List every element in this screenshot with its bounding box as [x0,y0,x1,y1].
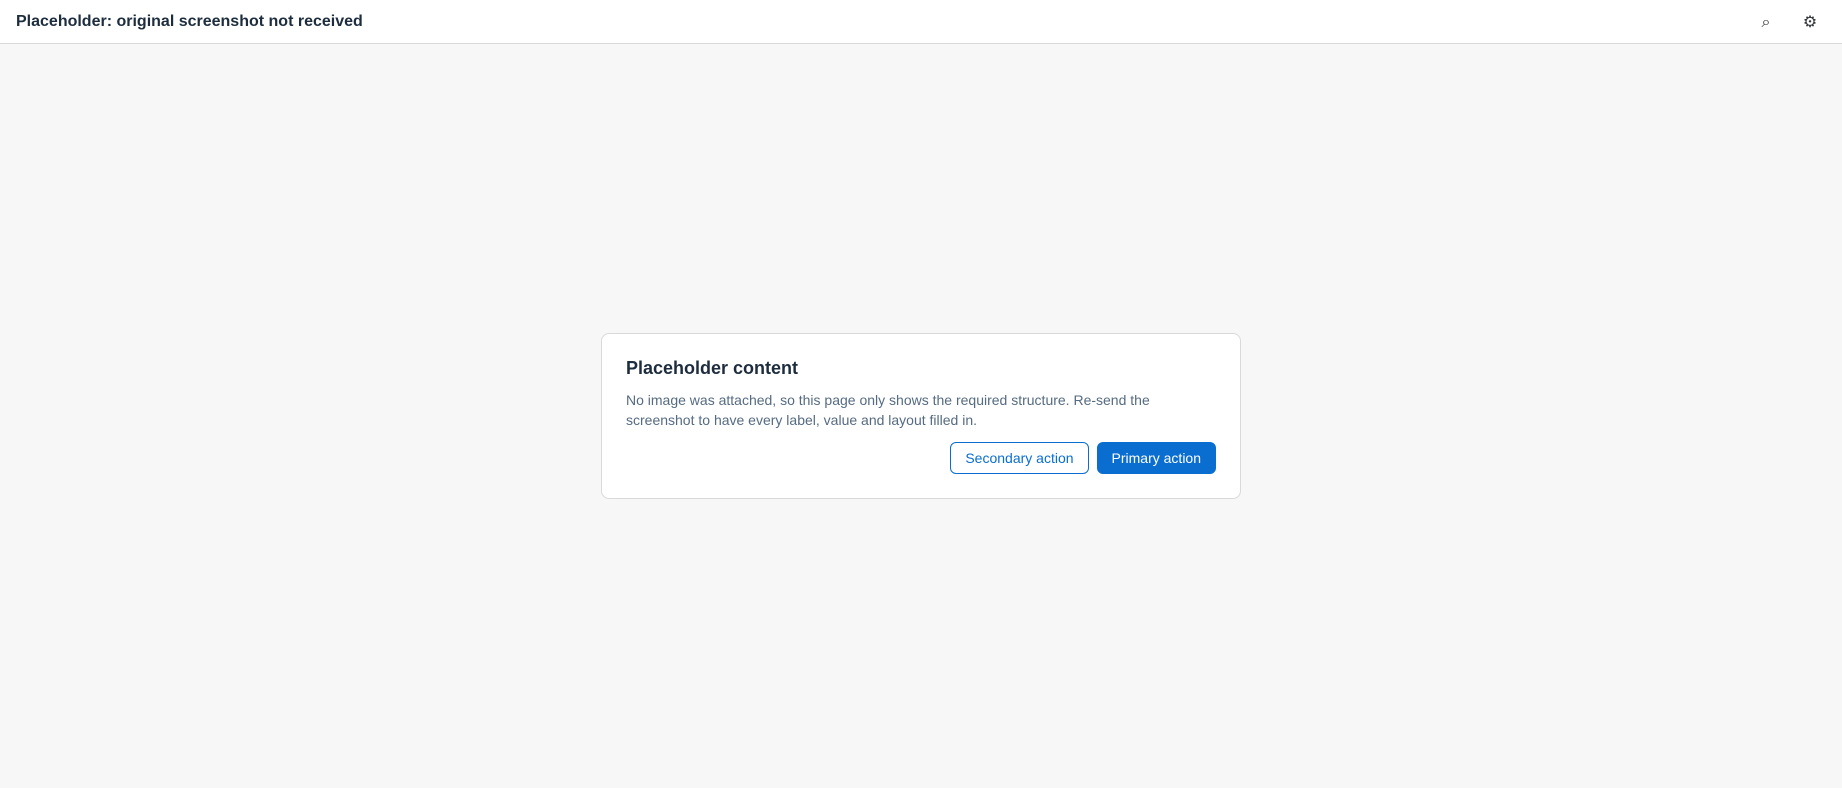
search-icon[interactable]: ⌕ [1750,6,1782,38]
app-title: Placeholder: original screenshot not rec… [16,12,363,30]
primary-button[interactable]: Primary action [1096,442,1216,475]
title-bar: Placeholder: original screenshot not rec… [0,0,1842,44]
secondary-button[interactable]: Secondary action [950,442,1089,475]
placeholder-card: Placeholder content No image was attache… [601,332,1241,500]
placeholder-heading: Placeholder content [626,357,799,378]
placeholder-actions: Secondary action Primary action [626,442,1216,475]
main-content: Placeholder content No image was attache… [0,44,1842,788]
placeholder-text: No image was attached, so this page only… [626,391,1150,428]
gear-icon[interactable]: ⚙ [1794,6,1826,38]
